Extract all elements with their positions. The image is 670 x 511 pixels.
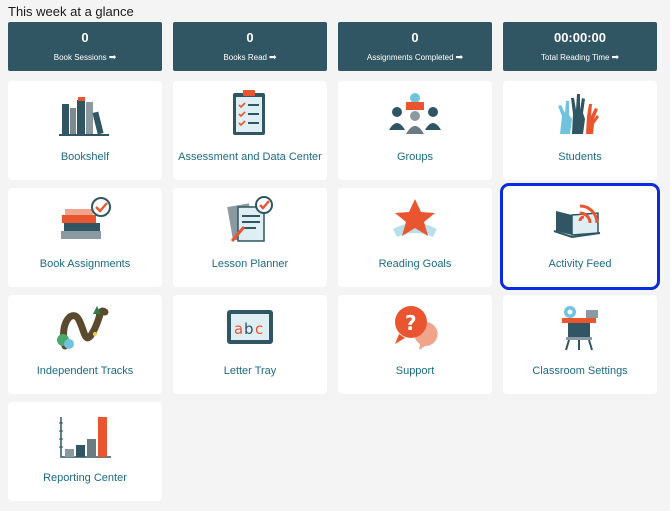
arrow-right-icon: ➡ [455, 52, 464, 62]
stat-assignments-completed[interactable]: 0 Assignments Completed ➡ [338, 22, 492, 71]
tile-letter-tray[interactable]: a b c Letter Tray [173, 295, 327, 394]
tile-label: Support [395, 365, 435, 377]
bookshelf-icon [59, 97, 109, 136]
tile-label: Independent Tracks [36, 365, 134, 377]
classroom-desk-icon [562, 306, 598, 351]
arrow-right-icon: ➡ [108, 52, 117, 62]
page-title: This week at a glance [8, 4, 134, 19]
stat-total-reading-time[interactable]: 00:00:00 Total Reading Time ➡ [503, 22, 657, 71]
tile-label: Letter Tray [223, 365, 277, 377]
tile-groups[interactable]: Groups [338, 81, 492, 180]
tile-label: Reporting Center [43, 472, 127, 484]
arrow-right-icon: ➡ [269, 52, 277, 62]
svg-text:c: c [255, 320, 263, 338]
tile-label: Reading Goals [378, 258, 452, 270]
tile-support[interactable]: ? Support [338, 295, 492, 394]
stat-value: 0 [246, 30, 254, 45]
svg-text:a: a [234, 320, 243, 338]
bar-chart-icon [59, 417, 111, 458]
stat-value: 00:00:00 [553, 30, 607, 45]
stat-value: 0 [81, 30, 89, 45]
tile-reading-goals[interactable]: Reading Goals [338, 188, 492, 287]
tile-label: Lesson Planner [211, 258, 289, 270]
tile-book-assignments[interactable]: Book Assignments [8, 188, 162, 287]
question-bubbles-icon: ? [395, 306, 438, 350]
tile-label: Classroom Settings [532, 365, 628, 377]
tile-label: Assessment and Data Center [178, 151, 322, 163]
tile-label: Activity Feed [548, 258, 612, 270]
tile-assessment-data-center[interactable]: Assessment and Data Center [173, 81, 327, 180]
tile-label: Students [558, 151, 602, 163]
stat-label: Total Reading Time [540, 53, 610, 62]
abc-board-icon: a b c [227, 310, 273, 344]
tile-label: Groups [396, 151, 434, 163]
group-reading-icon [389, 93, 441, 134]
stat-label: Books Read [223, 53, 268, 62]
svg-text:b: b [244, 320, 254, 338]
tile-reporting-center[interactable]: Reporting Center [8, 402, 162, 501]
clipboard-checklist-icon [233, 90, 265, 135]
tile-label: Book Assignments [39, 258, 131, 270]
raised-hands-icon [558, 94, 599, 134]
book-stack-check-icon [61, 197, 111, 239]
tile-label: Bookshelf [60, 151, 110, 163]
stat-book-sessions[interactable]: 0 Book Sessions ➡ [8, 22, 162, 71]
star-icon [393, 199, 437, 237]
tile-classroom-settings[interactable]: Classroom Settings [503, 295, 657, 394]
svg-text:?: ? [405, 311, 417, 335]
stat-value: 0 [411, 30, 419, 45]
arrow-right-icon: ➡ [611, 52, 620, 62]
lesson-planner-icon [227, 196, 273, 242]
tile-activity-feed[interactable]: Activity Feed [500, 183, 660, 290]
stat-label: Assignments Completed [366, 53, 454, 62]
winding-track-icon [57, 306, 109, 350]
tile-independent-tracks[interactable]: Independent Tracks [8, 295, 162, 394]
stat-books-read[interactable]: 0 Books Read ➡ [173, 22, 327, 71]
stat-label: Book Sessions [53, 53, 107, 62]
tile-students[interactable]: Students [503, 81, 657, 180]
tile-bookshelf[interactable]: Bookshelf [8, 81, 162, 180]
book-wifi-icon [553, 204, 601, 239]
tile-lesson-planner[interactable]: Lesson Planner [173, 188, 327, 287]
